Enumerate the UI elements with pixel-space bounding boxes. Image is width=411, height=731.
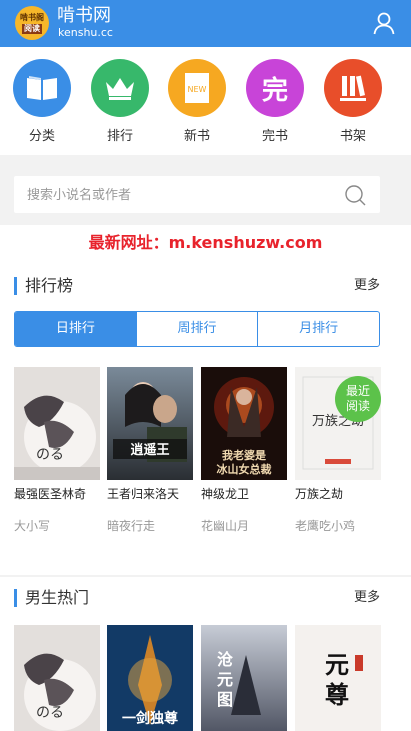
book-author[interactable]: 老鹰吃小鸡 bbox=[295, 518, 381, 534]
book-title[interactable]: 神级龙卫 bbox=[201, 486, 287, 502]
search-box bbox=[14, 176, 380, 213]
book-cover[interactable]: のる bbox=[14, 367, 100, 480]
book-title[interactable]: 万族之劫 bbox=[295, 486, 381, 502]
svg-text:我老婆是: 我老婆是 bbox=[222, 448, 267, 462]
book-author[interactable]: 大小写 bbox=[14, 518, 100, 534]
tab-monthly[interactable]: 月排行 bbox=[257, 312, 379, 346]
nav-item-ranking[interactable]: 排行 bbox=[85, 59, 155, 144]
section-title: 男生热门 bbox=[25, 588, 90, 607]
book-cover[interactable]: 我老婆是 冰山女总裁 bbox=[201, 367, 287, 480]
search-area bbox=[0, 165, 411, 225]
book-card[interactable]: 元 尊 bbox=[295, 625, 381, 731]
book-card[interactable]: 我老婆是 冰山女总裁 神级龙卫 花幽山月 bbox=[201, 367, 287, 534]
book-card[interactable]: 一剑独尊 bbox=[107, 625, 193, 731]
site-domain: kenshu.cc bbox=[58, 26, 113, 39]
search-icon[interactable] bbox=[344, 184, 366, 206]
section-accent-bar bbox=[14, 589, 17, 607]
svg-text:冰山女总裁: 冰山女总裁 bbox=[217, 462, 272, 476]
tab-weekly[interactable]: 周排行 bbox=[135, 312, 258, 346]
nav-item-new-books[interactable]: NEW 新书 bbox=[162, 59, 232, 144]
book-cover[interactable]: 沧 元 图 bbox=[201, 625, 287, 731]
svg-text:一剑独尊: 一剑独尊 bbox=[122, 710, 178, 727]
section-header: 男生热门 更多 bbox=[14, 587, 380, 611]
book-author[interactable]: 暗夜行走 bbox=[107, 518, 193, 534]
more-link[interactable]: 更多 bbox=[354, 589, 380, 607]
finished-icon: 完 bbox=[246, 59, 304, 117]
section-title: 排行榜 bbox=[25, 276, 74, 295]
svg-text:元: 元 bbox=[217, 670, 233, 689]
book-card[interactable]: 沧 元 图 bbox=[201, 625, 287, 731]
svg-text:尊: 尊 bbox=[325, 680, 349, 709]
site-name[interactable]: 啃书网 bbox=[57, 6, 111, 26]
book-open-icon bbox=[13, 59, 71, 117]
book-cover[interactable]: 一剑独尊 bbox=[107, 625, 193, 731]
tab-daily[interactable]: 日排行 bbox=[15, 312, 136, 346]
recent-line1: 最近 bbox=[345, 384, 370, 398]
svg-text:のる: のる bbox=[36, 447, 64, 463]
new-badge-text: NEW bbox=[188, 85, 207, 94]
logo-line1: 啃书阁 bbox=[20, 12, 44, 22]
svg-text:元: 元 bbox=[325, 650, 349, 679]
svg-text:图: 图 bbox=[217, 690, 233, 709]
section-accent-bar bbox=[14, 277, 17, 295]
logo-line2: 阅读 bbox=[22, 23, 42, 34]
svg-text:沧: 沧 bbox=[217, 650, 233, 669]
ranking-book-list: のる 最强医圣林奇 大小写 逍遥王 王者归来洛天 暗夜行走 我老婆是 冰山女总裁… bbox=[14, 367, 384, 557]
nav-label: 新书 bbox=[183, 129, 210, 144]
ranking-tabs: 日排行 周排行 月排行 bbox=[14, 311, 380, 347]
svg-text:のる: のる bbox=[36, 705, 64, 721]
nav-item-finished[interactable]: 完 完书 bbox=[240, 59, 310, 144]
book-cover[interactable]: のる bbox=[14, 625, 100, 731]
book-cover[interactable]: 逍遥王 bbox=[107, 367, 193, 480]
book-title[interactable]: 王者归来洛天 bbox=[107, 486, 193, 502]
book-cover[interactable]: 元 尊 bbox=[295, 625, 381, 731]
nav-item-category[interactable]: 分类 bbox=[7, 59, 77, 144]
book-card[interactable]: のる bbox=[14, 625, 100, 731]
book-title[interactable]: 最强医圣林奇 bbox=[14, 486, 100, 502]
section-header: 排行榜 更多 bbox=[14, 275, 380, 299]
more-link[interactable]: 更多 bbox=[354, 277, 380, 295]
finished-glyph: 完 bbox=[261, 75, 288, 106]
nav-label: 书架 bbox=[339, 129, 366, 144]
male-hot-book-list: のる 一剑独尊 沧 元 图 元 尊 bbox=[14, 625, 384, 731]
nav-item-bookshelf[interactable]: 书架 bbox=[318, 59, 388, 144]
male-hot-section: 男生热门 更多 のる 一剑独尊 沧 元 图 元 尊 bbox=[0, 577, 411, 731]
nav-label: 分类 bbox=[28, 129, 55, 144]
site-logo[interactable]: 啃书阁 阅读 bbox=[15, 6, 49, 40]
book-card[interactable]: のる 最强医圣林奇 大小写 bbox=[14, 367, 100, 534]
crown-icon bbox=[91, 59, 149, 117]
bookshelf-icon bbox=[324, 59, 382, 117]
new-url-notice: 最新网址：m.kenshuzw.com bbox=[0, 225, 411, 265]
book-card[interactable]: 逍遥王 王者归来洛天 暗夜行走 bbox=[107, 367, 193, 534]
svg-text:逍遥王: 逍遥王 bbox=[130, 442, 169, 458]
category-nav: 分类 排行 NEW 新书 完 完书 书架 bbox=[0, 47, 411, 155]
book-author[interactable]: 花幽山月 bbox=[201, 518, 287, 534]
nav-label: 完书 bbox=[261, 129, 288, 144]
top-header: 啃书阁 阅读 啃书网 kenshu.cc bbox=[0, 0, 411, 47]
nav-label: 排行 bbox=[106, 129, 133, 144]
user-icon[interactable] bbox=[371, 10, 397, 36]
search-input[interactable] bbox=[27, 185, 327, 205]
new-book-icon: NEW bbox=[168, 59, 226, 117]
recent-reading-button[interactable]: 最近 阅读 bbox=[335, 376, 381, 422]
recent-line2: 阅读 bbox=[345, 399, 370, 413]
